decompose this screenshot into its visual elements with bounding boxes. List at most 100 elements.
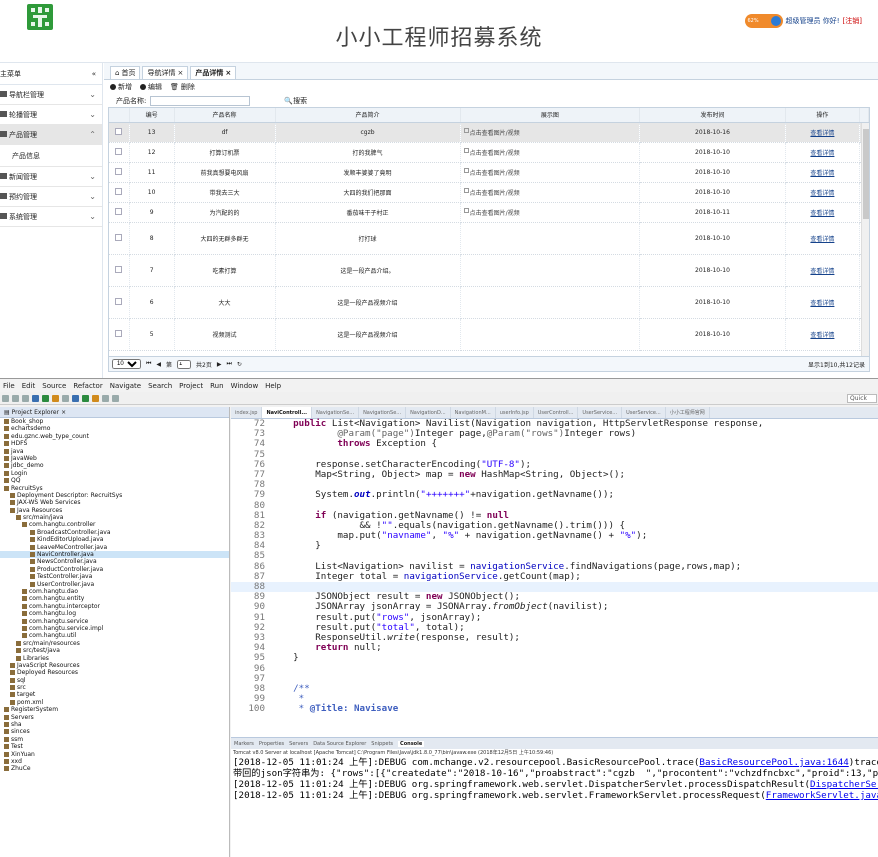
tree-item[interactable]: Servers bbox=[0, 714, 229, 721]
tree-item[interactable]: com.hangtu.service.impl bbox=[0, 625, 229, 632]
sidebar-item-products[interactable]: 产品管理 ⌃ bbox=[0, 125, 102, 145]
editor-tab[interactable]: index.jsp bbox=[231, 407, 263, 418]
view-tab-properties[interactable]: Properties bbox=[259, 741, 284, 747]
row-checkbox[interactable] bbox=[109, 254, 130, 287]
sidebar-item-appointments[interactable]: 预约管理 ⌄ bbox=[0, 187, 102, 207]
tree-item[interactable]: LeaveMeController.java bbox=[0, 544, 229, 551]
menu-window[interactable]: Window bbox=[231, 382, 259, 390]
tree-item[interactable]: pom.xml bbox=[0, 699, 229, 706]
quick-access-input[interactable]: Quick Access bbox=[847, 393, 877, 403]
menu-source[interactable]: Source bbox=[42, 382, 66, 390]
tree-item[interactable]: target bbox=[0, 691, 229, 698]
sidebar-item-carousel[interactable]: 轮播管理 ⌄ bbox=[0, 105, 102, 125]
tree-item[interactable]: NewsController.java bbox=[0, 558, 229, 565]
tab-navigation-detail[interactable]: 导航详情 × bbox=[142, 66, 189, 79]
tree-item[interactable]: Book_shop bbox=[0, 418, 229, 425]
view-detail-link[interactable]: 查看详情 bbox=[810, 170, 834, 177]
menu-search[interactable]: Search bbox=[148, 382, 172, 390]
tree-item[interactable]: src/test/java bbox=[0, 647, 229, 654]
view-detail-link[interactable]: 查看详情 bbox=[810, 150, 834, 157]
tree-item[interactable]: xxd bbox=[0, 758, 229, 765]
select-all-checkbox[interactable] bbox=[109, 108, 130, 123]
view-detail-link[interactable]: 查看详情 bbox=[810, 130, 834, 137]
tab-product-detail[interactable]: 产品详情 × bbox=[190, 66, 237, 79]
menu-refactor[interactable]: Refactor bbox=[73, 382, 102, 390]
tree-item[interactable]: KindEditorUpload.java bbox=[0, 536, 229, 543]
view-detail-link[interactable]: 查看详情 bbox=[810, 268, 834, 275]
sidebar-item-news[interactable]: 新闻管理 ⌄ bbox=[0, 167, 102, 187]
tree-item[interactable]: Deployed Resources bbox=[0, 669, 229, 676]
editor-tab[interactable]: NaviControll... bbox=[262, 407, 313, 418]
sidebar-item-product-info[interactable]: 产品信息 bbox=[0, 145, 102, 167]
edit-button[interactable]: 编辑 bbox=[140, 82, 162, 92]
close-icon[interactable]: × bbox=[61, 409, 66, 416]
editor-tab[interactable]: NavigationD... bbox=[406, 407, 451, 418]
external-tools-icon[interactable] bbox=[52, 394, 59, 402]
view-tab-snippets[interactable]: Snippets bbox=[371, 741, 393, 747]
console-link[interactable]: BasicResourcePool.java:1644 bbox=[699, 757, 848, 768]
table-row[interactable]: 6 大大 这是一段产品视频介绍 2018-10-10 查看详情 bbox=[109, 286, 869, 319]
tree-item[interactable]: com.hangtu.controller bbox=[0, 521, 229, 528]
run-icon[interactable] bbox=[42, 394, 49, 402]
tree-item[interactable]: UserController.java bbox=[0, 581, 229, 588]
new-class-icon[interactable] bbox=[82, 394, 89, 402]
row-checkbox[interactable] bbox=[109, 162, 130, 183]
editor-tab[interactable]: UserControll... bbox=[534, 407, 579, 418]
search-icon[interactable] bbox=[62, 394, 69, 402]
table-row[interactable]: 10 带我去三大 大四的我们把那面 点击查看图片/视频 2018-10-10 查看详情 bbox=[109, 182, 869, 203]
next-page-icon[interactable]: ▶ bbox=[217, 361, 222, 368]
tree-item[interactable]: Libraries bbox=[0, 655, 229, 662]
table-row[interactable]: 7 吃素打算 这是一段产品介绍。 2018-10-10 查看详情 bbox=[109, 254, 869, 287]
editor-tab[interactable]: UserService... bbox=[622, 407, 666, 418]
save-icon[interactable] bbox=[12, 394, 19, 402]
table-row[interactable]: 11 前我真想要电风扇 发顺丰婆婆了竟明 点击查看图片/视频 2018-10-10 查看详… bbox=[109, 162, 869, 183]
page-size-select[interactable]: 10 bbox=[112, 359, 141, 369]
view-tab-servers[interactable]: Servers bbox=[289, 741, 308, 747]
open-type-icon[interactable] bbox=[72, 394, 79, 402]
tree-item[interactable]: ProductController.java bbox=[0, 566, 229, 573]
image-cell[interactable]: 点击查看图片/视频 bbox=[460, 142, 641, 163]
image-cell[interactable]: 点击查看图片/视频 bbox=[460, 182, 641, 203]
row-checkbox[interactable] bbox=[109, 202, 130, 223]
tree-item[interactable]: com.hangtu.service bbox=[0, 618, 229, 625]
tree-item[interactable]: Deployment Descriptor: RecruitSys bbox=[0, 492, 229, 499]
column-header[interactable]: 产品名称 bbox=[174, 108, 276, 123]
tree-item[interactable]: sql bbox=[0, 677, 229, 684]
tree-item[interactable]: BroadcastController.java bbox=[0, 529, 229, 536]
prev-page-icon[interactable]: ◀ bbox=[156, 361, 161, 368]
table-row[interactable]: 9 为汽配的的 番茄味干子村正 点击查看图片/视频 2018-10-11 查看详情 bbox=[109, 202, 869, 223]
view-detail-link[interactable]: 查看详情 bbox=[810, 210, 834, 217]
editor-tab[interactable]: NavigationSe... bbox=[312, 407, 360, 418]
tree-item[interactable]: HDFS bbox=[0, 440, 229, 447]
tree-item[interactable]: JAX-WS Web Services bbox=[0, 499, 229, 506]
editor-tab[interactable]: userInfo.jsp bbox=[496, 407, 534, 418]
menu-help[interactable]: Help bbox=[265, 382, 281, 390]
column-header[interactable]: 展示图 bbox=[460, 108, 641, 123]
editor-tab[interactable]: NavigationM... bbox=[451, 407, 496, 418]
tree-item[interactable]: Test bbox=[0, 743, 229, 750]
tree-item[interactable]: ssm bbox=[0, 736, 229, 743]
network-speed-widget[interactable]: 62% bbox=[744, 14, 783, 28]
tree-item[interactable]: com.hangtu.dao bbox=[0, 588, 229, 595]
view-detail-link[interactable]: 查看详情 bbox=[810, 332, 834, 339]
sidebar-item-system[interactable]: 系统管理 ⌄ bbox=[0, 207, 102, 227]
tree-item[interactable]: XinYuan bbox=[0, 751, 229, 758]
last-page-icon[interactable]: ⏭ bbox=[227, 360, 232, 368]
code-area[interactable]: 72 public List<Navigation> Navilist(Navi… bbox=[231, 418, 878, 737]
new-icon[interactable] bbox=[2, 394, 9, 402]
tree-item[interactable]: RecruitSys bbox=[0, 485, 229, 492]
tab-home[interactable]: ⌂ 首页 bbox=[110, 66, 141, 79]
column-header[interactable]: 操作 bbox=[785, 108, 860, 123]
product-name-input[interactable] bbox=[150, 95, 251, 106]
row-checkbox[interactable] bbox=[109, 222, 130, 255]
tree-item[interactable]: java bbox=[0, 448, 229, 455]
tree-item[interactable]: JavaWeb bbox=[0, 455, 229, 462]
row-checkbox[interactable] bbox=[109, 122, 130, 143]
close-icon[interactable]: × bbox=[225, 69, 231, 77]
table-row[interactable]: 13 df cgzb 点击查看图片/视频 2018-10-16 查看详情 bbox=[109, 122, 869, 143]
tree-item[interactable]: RegisterSystem bbox=[0, 706, 229, 713]
view-detail-link[interactable]: 查看详情 bbox=[810, 190, 834, 197]
tree-item[interactable]: sinces bbox=[0, 728, 229, 735]
column-header[interactable]: 产品简介 bbox=[275, 108, 461, 123]
row-checkbox[interactable] bbox=[109, 182, 130, 203]
